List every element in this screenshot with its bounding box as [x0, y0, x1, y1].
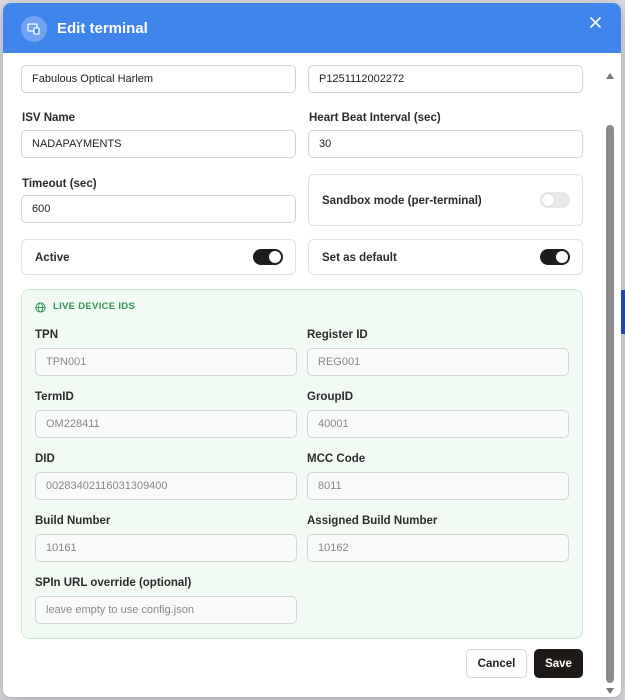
scroll-up-icon[interactable] [606, 72, 614, 80]
term-id-label: TermID [35, 391, 74, 403]
register-id-input[interactable]: REG001 [307, 348, 569, 376]
default-label: Set as default [322, 252, 397, 264]
group-id-label: GroupID [307, 391, 353, 403]
timeout-label: Timeout (sec) [22, 178, 97, 190]
group-id-input[interactable]: 40001 [307, 410, 569, 438]
scrollbar[interactable] [603, 69, 617, 697]
isv-name-input[interactable]: NADAPAYMENTS [21, 130, 296, 158]
build-number-input[interactable]: 10161 [35, 534, 297, 562]
timeout-input[interactable]: 600 [21, 195, 296, 223]
spin-url-input[interactable]: leave empty to use config.json [35, 596, 297, 624]
mcc-input[interactable]: 8011 [307, 472, 569, 500]
merchant-name-input[interactable]: Fabulous Optical Harlem [21, 65, 296, 93]
active-toggle[interactable] [253, 249, 283, 265]
register-id-label: Register ID [307, 329, 368, 341]
mcc-label: MCC Code [307, 453, 366, 465]
edit-terminal-modal: Edit terminal Fabulous Optical Harlem P1… [3, 3, 621, 697]
active-card: Active [21, 239, 296, 275]
live-device-panel: LIVE DEVICE IDS TPN TPN001 Register ID R… [21, 289, 583, 639]
modal-body: Fabulous Optical Harlem P1251112002272 I… [3, 53, 621, 697]
build-number-label: Build Number [35, 515, 111, 527]
globe-icon [35, 302, 46, 313]
heartbeat-label: Heart Beat Interval (sec) [309, 112, 441, 124]
live-device-title: LIVE DEVICE IDS [53, 301, 136, 312]
close-icon[interactable] [587, 14, 603, 30]
spin-url-label: SPIn URL override (optional) [35, 577, 192, 589]
scroll-down-icon[interactable] [606, 687, 614, 695]
assigned-build-label: Assigned Build Number [307, 515, 438, 527]
default-toggle[interactable] [540, 249, 570, 265]
serial-number-input[interactable]: P1251112002272 [308, 65, 583, 93]
isv-name-label: ISV Name [22, 112, 76, 124]
assigned-build-input[interactable]: 10162 [307, 534, 569, 562]
default-card: Set as default [308, 239, 583, 275]
term-id-input[interactable]: OM228411 [35, 410, 297, 438]
did-input[interactable]: 00283402116031309400 [35, 472, 297, 500]
tpn-label: TPN [35, 329, 58, 341]
did-label: DID [35, 453, 55, 465]
modal-header: Edit terminal [3, 3, 621, 53]
sandbox-toggle[interactable] [540, 192, 570, 208]
heartbeat-input[interactable]: 30 [308, 130, 583, 158]
tpn-input[interactable]: TPN001 [35, 348, 297, 376]
cancel-button[interactable]: Cancel [466, 649, 527, 678]
terminal-icon [21, 16, 47, 42]
sandbox-card: Sandbox mode (per-terminal) [308, 174, 583, 226]
active-label: Active [35, 252, 70, 264]
sandbox-label: Sandbox mode (per-terminal) [322, 195, 482, 207]
modal-title: Edit terminal [57, 20, 148, 37]
scroll-thumb[interactable] [606, 125, 614, 683]
save-button[interactable]: Save [534, 649, 583, 678]
